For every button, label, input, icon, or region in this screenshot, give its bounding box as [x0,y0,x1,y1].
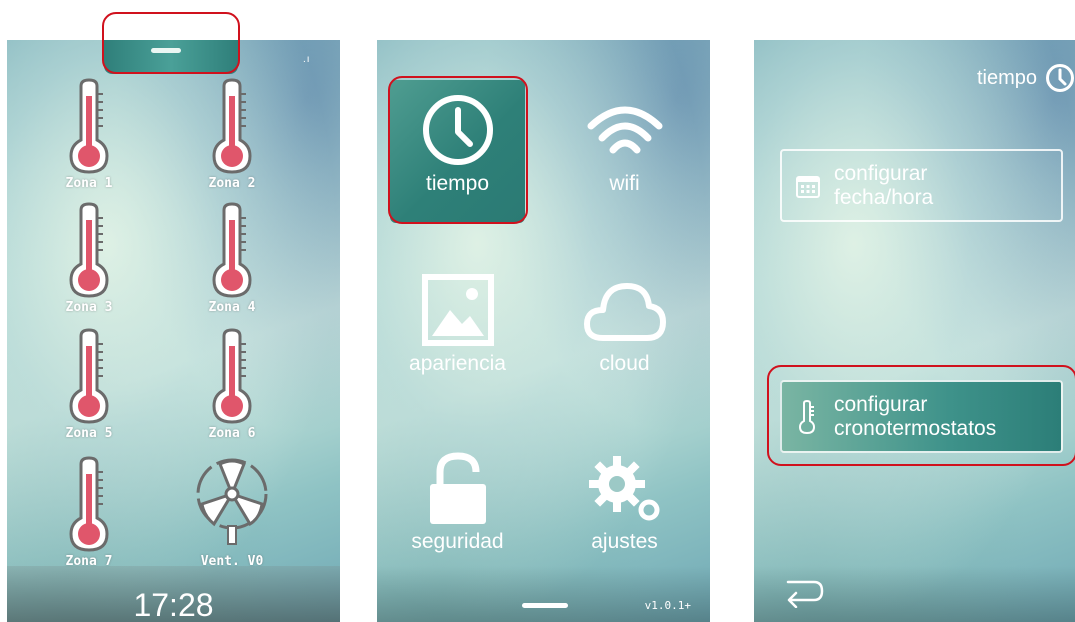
version-label: v1.0.1+ [644,599,691,612]
zone-label: Zona 4 [208,300,256,315]
cloud-icon [583,283,666,341]
menu-tile-tiempo[interactable]: tiempo [390,80,525,223]
wifi-icon [587,106,662,154]
back-arrow-icon[interactable] [784,578,824,608]
zone-label: Zona 3 [65,300,113,315]
clock-time: 17:28 [133,587,214,622]
menu-tile-apariencia[interactable]: apariencia [390,260,525,403]
configurar-fecha-hora-button[interactable]: configurar fecha/hora [780,149,1063,222]
clock-icon [422,95,493,165]
menu-label: seguridad [411,530,504,553]
configurar-cronotermostatos-button[interactable]: configurar cronotermostatos [780,380,1063,453]
zone-tile[interactable]: Zona 2 [182,78,282,191]
settings-menu-screen: tiempo wifi apariencia cloud seguridad a… [377,40,710,622]
menu-tile-cloud[interactable]: cloud [557,260,692,403]
menu-tile-seguridad[interactable]: seguridad [390,438,525,581]
menu-label: apariencia [409,352,506,375]
pull-up-handle[interactable] [522,603,568,608]
zone-tile[interactable]: Zona 4 [182,202,282,315]
menu-tile-ajustes[interactable]: ajustes [557,438,692,581]
unlock-icon [429,452,486,524]
image-icon [421,274,494,346]
zone-tile[interactable]: Zona 5 [39,328,139,441]
zones-screen: .ı Zona 1 Zona 2 Zona 3 Zona 4 Zona 5 Zona 6 Z… [7,40,340,622]
zone-label: Zona 6 [208,426,256,441]
page-title: tiempo [976,66,1037,89]
menu-label: cloud [599,352,650,375]
zone-label: Zona 1 [65,176,113,191]
status-indicator: .ı [303,54,311,65]
zone-label: Zona 5 [65,426,113,441]
pull-down-tab[interactable] [104,40,238,74]
fan-icon [196,458,268,545]
button-label-line2: cronotermostatos [834,416,997,440]
menu-label: tiempo [425,172,490,195]
menu-tile-wifi[interactable]: wifi [557,80,692,223]
menu-label: wifi [609,172,640,195]
zone-tile[interactable]: Zona 3 [39,202,139,315]
zone-label: Zona 2 [208,176,256,191]
screen-header: tiempo [977,62,1075,94]
tiempo-screen: tiempo configurar fecha/hora configurar … [754,40,1075,622]
thermometer-icon [69,456,109,552]
zone-tile[interactable]: Zona 1 [39,78,139,191]
clock-icon [1046,64,1074,92]
pull-handle-icon[interactable] [151,48,181,53]
fan-tile[interactable]: Vent. V0 [182,456,282,569]
button-label: configurar cronotermostatos [834,393,996,441]
thermometer-icon [69,202,109,298]
thermometer-icon [212,202,252,298]
thermometer-icon [212,328,252,424]
thermometer-icon [212,78,252,174]
button-label-line1: configurar [834,161,928,185]
bottom-bar [377,566,710,622]
thermometer-icon [69,78,109,174]
zone-tile[interactable]: Zona 7 [39,456,139,569]
gear-icon [588,456,659,521]
button-label-line2: fecha/hora [834,185,934,209]
thermometer-icon [798,399,816,434]
calendar-icon [796,175,820,198]
button-label: configurar fecha/hora [834,162,933,210]
button-label-line1: configurar [834,392,928,416]
thermometer-icon [69,328,109,424]
zone-tile[interactable]: Zona 6 [182,328,282,441]
menu-label: ajustes [591,530,658,553]
